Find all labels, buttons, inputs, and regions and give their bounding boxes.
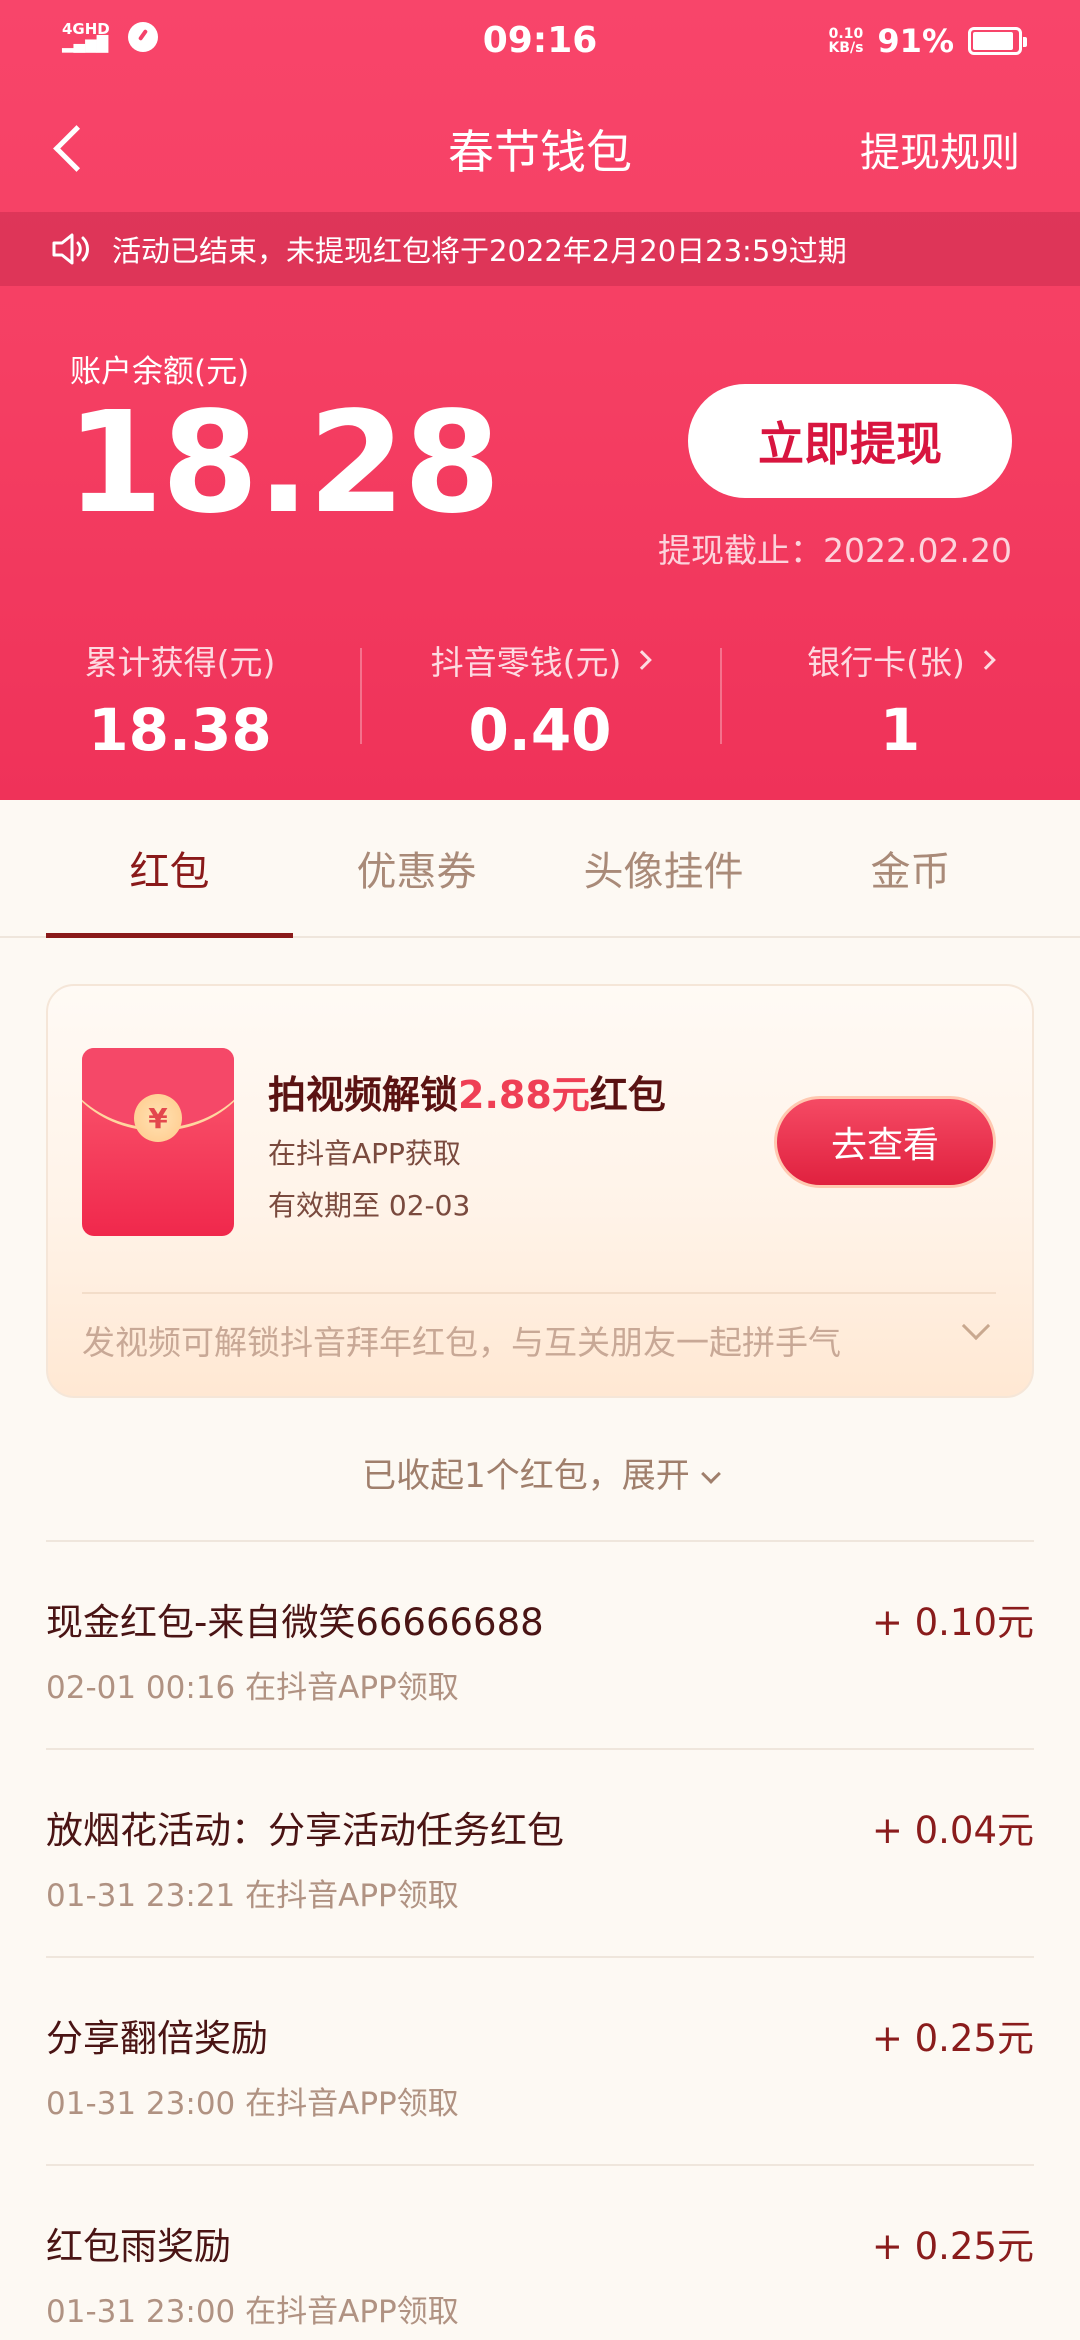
record-title: 现金红包-来自微笑66666688 xyxy=(46,1601,544,1644)
chevron-down-icon[interactable] xyxy=(961,1311,991,1341)
divider xyxy=(82,1292,996,1294)
record-title: 放烟花活动：分享活动任务红包 xyxy=(46,1809,564,1852)
record-title: 分享翻倍奖励 xyxy=(46,2017,268,2060)
promo-tip: 发视频可解锁抖音拜年红包，与互关朋友一起拼手气 xyxy=(82,1323,841,1362)
view-promo-button[interactable]: 去查看 xyxy=(774,1096,996,1188)
promo-title-suffix: 红包 xyxy=(589,1073,666,1117)
stat-value: 1 xyxy=(879,696,921,764)
battery-icon xyxy=(968,27,1027,55)
stat-value: 18.38 xyxy=(88,696,272,764)
record-amount: + 0.04元 xyxy=(871,1809,1034,1852)
network-speed-unit: KB/s xyxy=(828,40,864,56)
withdraw-rules-link[interactable]: 提现规则 xyxy=(860,120,1020,178)
yuan-coin-icon: ¥ xyxy=(134,1094,182,1142)
promo-source: 在抖音APP获取 xyxy=(268,1137,461,1170)
collapsed-text: 已收起1个红包，展开 xyxy=(362,1456,690,1496)
stat-douyin-change[interactable]: 抖音零钱(元) 0.40 xyxy=(360,636,720,764)
record-subtitle: 01-31 23:00 在抖音APP领取 xyxy=(46,2086,459,2122)
withdraw-deadline: 提现截止：2022.02.20 xyxy=(658,531,1012,570)
list-item[interactable]: 分享翻倍奖励 01-31 23:00 在抖音APP领取 + 0.25元 xyxy=(46,1956,1034,2164)
promo-title: 拍视频解锁2.88元红包 xyxy=(268,1064,666,1119)
stat-label: 抖音零钱(元) xyxy=(430,643,622,682)
red-envelope-icon: ¥ xyxy=(82,1048,234,1236)
speaker-icon xyxy=(50,231,94,267)
battery-percent: 91% xyxy=(877,22,954,60)
stat-bank-cards[interactable]: 银行卡(张) 1 xyxy=(720,636,1080,764)
stats-row: 累计获得(元) 18.38 抖音零钱(元) 0.40 银行卡(张) 1 xyxy=(0,636,1080,764)
stat-label: 银行卡(张) xyxy=(807,643,965,682)
balance-value: 18.28 xyxy=(66,382,501,545)
record-title: 红包雨奖励 xyxy=(46,2225,231,2268)
chevron-down-icon xyxy=(700,1464,721,1484)
record-amount: + 0.25元 xyxy=(871,2225,1034,2268)
record-subtitle: 02-01 00:16 在抖音APP领取 xyxy=(46,1670,459,1706)
tab-coupons[interactable]: 优惠券 xyxy=(293,800,540,936)
tab-red-packet[interactable]: 红包 xyxy=(46,800,293,938)
notice-text: 活动已结束，未提现红包将于2022年2月20日23:59过期 xyxy=(112,234,847,268)
chevron-right-icon xyxy=(975,650,996,670)
chevron-right-icon xyxy=(632,650,653,670)
red-packet-list: 现金红包-来自微笑66666688 02-01 00:16 在抖音APP领取 +… xyxy=(46,1540,1034,2340)
withdraw-now-button[interactable]: 立即提现 xyxy=(688,384,1012,498)
record-amount: + 0.10元 xyxy=(871,1601,1034,1644)
expand-collapsed-button[interactable]: 已收起1个红包，展开 xyxy=(0,1448,1080,1497)
network-speed: 0.10 KB/s xyxy=(828,27,863,55)
promo-card: ¥ 拍视频解锁2.88元红包 在抖音APP获取 有效期至 02-03 去查看 发… xyxy=(46,984,1034,1398)
status-bar: 4GHD ▂▄▆█ 09:16 0.10 KB/s 91% xyxy=(0,0,1080,82)
record-subtitle: 01-31 23:21 在抖音APP领取 xyxy=(46,1878,459,1914)
list-item[interactable]: 红包雨奖励 01-31 23:00 在抖音APP领取 + 0.25元 xyxy=(46,2164,1034,2340)
stat-value: 0.40 xyxy=(468,696,612,764)
promo-title-amount: 2.88元 xyxy=(458,1073,590,1117)
promo-expiry: 有效期至 02-03 xyxy=(268,1189,471,1222)
wallet-header: 4GHD ▂▄▆█ 09:16 0.10 KB/s 91% 春节钱包 提现规则 … xyxy=(0,0,1080,800)
stat-total-earned: 累计获得(元) 18.38 xyxy=(0,636,360,764)
record-subtitle: 01-31 23:00 在抖音APP领取 xyxy=(46,2294,459,2330)
category-tabs: 红包 优惠券 头像挂件 金币 xyxy=(0,800,1080,938)
record-amount: + 0.25元 xyxy=(871,2017,1034,2060)
network-speed-value: 0.10 xyxy=(828,26,864,42)
tab-coins[interactable]: 金币 xyxy=(787,800,1034,936)
list-item[interactable]: 放烟花活动：分享活动任务红包 01-31 23:21 在抖音APP领取 + 0.… xyxy=(46,1748,1034,1956)
tab-avatar-pendants[interactable]: 头像挂件 xyxy=(540,800,787,936)
promo-title-prefix: 拍视频解锁 xyxy=(268,1073,459,1117)
notice-bar: 活动已结束，未提现红包将于2022年2月20日23:59过期 xyxy=(0,212,1080,286)
stat-label: 累计获得(元) xyxy=(84,643,276,682)
list-item[interactable]: 现金红包-来自微笑66666688 02-01 00:16 在抖音APP领取 +… xyxy=(46,1540,1034,1748)
